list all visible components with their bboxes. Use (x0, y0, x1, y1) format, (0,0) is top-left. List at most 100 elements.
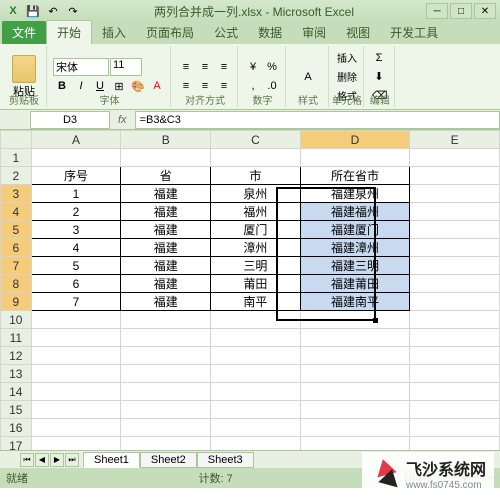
cell[interactable] (410, 419, 500, 437)
fx-icon[interactable]: fx (110, 114, 135, 126)
row-header[interactable]: 8 (1, 275, 32, 293)
cell[interactable] (211, 419, 301, 437)
cell[interactable]: 福建漳州 (300, 239, 409, 257)
row-header[interactable]: 7 (1, 257, 32, 275)
cell[interactable]: 福建 (121, 275, 211, 293)
cell[interactable] (410, 437, 500, 451)
row-header[interactable]: 3 (1, 185, 32, 203)
cell[interactable]: 福建 (121, 239, 211, 257)
cell[interactable] (300, 347, 409, 365)
sheet-nav-next-icon[interactable]: ▶ (50, 453, 64, 467)
cell[interactable]: 泉州 (211, 185, 301, 203)
minimize-button[interactable]: ─ (426, 3, 448, 19)
cell[interactable]: 福州 (211, 203, 301, 221)
col-header-b[interactable]: B (121, 131, 211, 149)
cell[interactable]: 漳州 (211, 239, 301, 257)
cell[interactable] (410, 311, 500, 329)
cell[interactable] (121, 311, 211, 329)
cell[interactable] (31, 347, 121, 365)
col-header-a[interactable]: A (31, 131, 121, 149)
col-header-c[interactable]: C (211, 131, 301, 149)
row-header[interactable]: 16 (1, 419, 32, 437)
cell[interactable]: 4 (31, 239, 121, 257)
close-button[interactable]: ✕ (474, 3, 496, 19)
cell[interactable] (300, 401, 409, 419)
cell[interactable] (31, 419, 121, 437)
tab-developer[interactable]: 开发工具 (380, 21, 448, 44)
percent-icon[interactable]: % (263, 58, 281, 76)
cell[interactable] (300, 149, 409, 167)
save-icon[interactable]: 💾 (24, 2, 42, 20)
font-size-select[interactable]: 11 (110, 58, 142, 76)
cell[interactable] (31, 311, 121, 329)
undo-icon[interactable]: ↶ (44, 2, 62, 20)
name-box[interactable]: D3 (30, 111, 110, 129)
row-header[interactable]: 6 (1, 239, 32, 257)
excel-icon[interactable]: X (4, 2, 22, 20)
cell[interactable] (410, 239, 500, 257)
sheet-tab-3[interactable]: Sheet3 (197, 452, 254, 468)
cell[interactable]: 福建 (121, 257, 211, 275)
cell[interactable] (410, 203, 500, 221)
currency-icon[interactable]: ¥ (244, 58, 262, 76)
cell[interactable]: 福建南平 (300, 293, 409, 311)
tab-review[interactable]: 审阅 (292, 21, 336, 44)
col-header-e[interactable]: E (410, 131, 500, 149)
cell[interactable]: 7 (31, 293, 121, 311)
row-header[interactable]: 14 (1, 383, 32, 401)
row-header[interactable]: 11 (1, 329, 32, 347)
tab-insert[interactable]: 插入 (92, 21, 136, 44)
cell[interactable] (121, 383, 211, 401)
cell[interactable] (300, 383, 409, 401)
row-header[interactable]: 4 (1, 203, 32, 221)
cell[interactable]: 福建 (121, 185, 211, 203)
tab-file[interactable]: 文件 (2, 21, 46, 44)
row-header[interactable]: 2 (1, 167, 32, 185)
row-header[interactable]: 15 (1, 401, 32, 419)
cell[interactable] (211, 311, 301, 329)
cell[interactable]: 福建三明 (300, 257, 409, 275)
col-header-d[interactable]: D (300, 131, 409, 149)
cell[interactable] (410, 167, 500, 185)
cell[interactable]: 福建 (121, 203, 211, 221)
select-all-corner[interactable] (1, 131, 32, 149)
align-top-icon[interactable]: ≡ (177, 58, 195, 76)
sheet-tab-2[interactable]: Sheet2 (140, 452, 197, 468)
cell[interactable]: 2 (31, 203, 121, 221)
row-header[interactable]: 13 (1, 365, 32, 383)
row-header[interactable]: 17 (1, 437, 32, 451)
cell[interactable] (410, 347, 500, 365)
align-bottom-icon[interactable]: ≡ (215, 58, 233, 76)
row-header[interactable]: 9 (1, 293, 32, 311)
cell[interactable] (410, 383, 500, 401)
cell[interactable] (410, 149, 500, 167)
cell[interactable] (121, 419, 211, 437)
cell[interactable] (410, 257, 500, 275)
cell[interactable]: 南平 (211, 293, 301, 311)
cell[interactable]: 市 (211, 167, 301, 185)
cell[interactable] (410, 293, 500, 311)
redo-icon[interactable]: ↷ (64, 2, 82, 20)
align-middle-icon[interactable]: ≡ (196, 58, 214, 76)
cell[interactable]: 序号 (31, 167, 121, 185)
cell[interactable]: 厦门 (211, 221, 301, 239)
cell[interactable] (211, 401, 301, 419)
cell[interactable]: 福建莆田 (300, 275, 409, 293)
cell[interactable] (410, 185, 500, 203)
cell[interactable] (410, 221, 500, 239)
cell[interactable] (31, 329, 121, 347)
cell[interactable]: 省 (121, 167, 211, 185)
cell[interactable]: 5 (31, 257, 121, 275)
cell[interactable] (300, 437, 409, 451)
cell[interactable] (300, 419, 409, 437)
cell[interactable]: 福建福州 (300, 203, 409, 221)
cell[interactable] (300, 311, 409, 329)
fill-handle[interactable] (373, 318, 378, 323)
tab-page-layout[interactable]: 页面布局 (136, 21, 204, 44)
cell[interactable] (211, 365, 301, 383)
cell[interactable] (121, 401, 211, 419)
tab-formulas[interactable]: 公式 (204, 21, 248, 44)
cell[interactable] (410, 365, 500, 383)
cell[interactable] (410, 329, 500, 347)
cell[interactable] (31, 401, 121, 419)
